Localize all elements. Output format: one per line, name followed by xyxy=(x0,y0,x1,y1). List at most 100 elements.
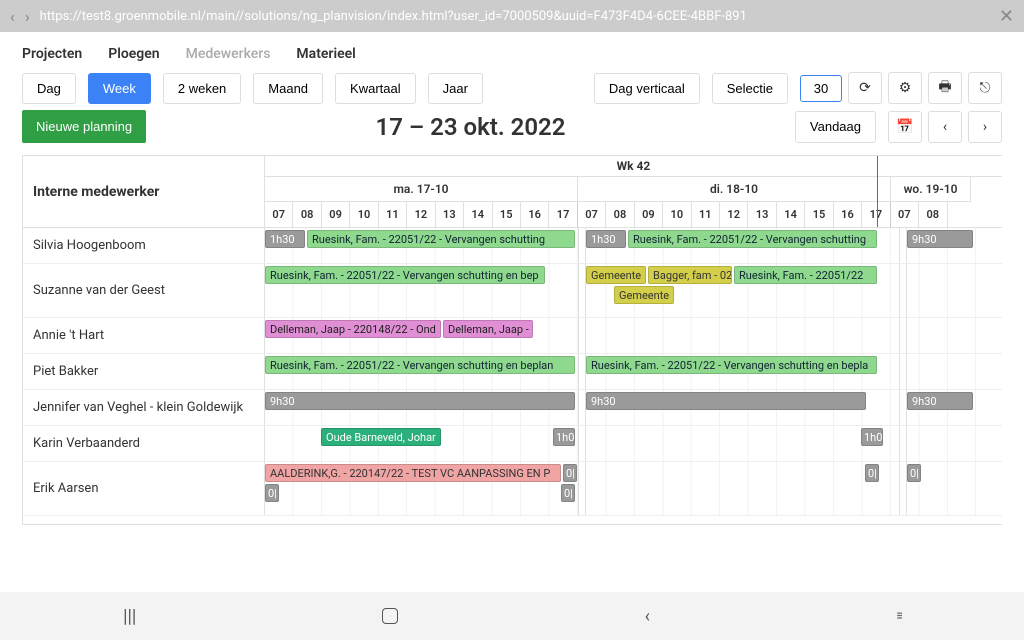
track[interactable]: Ruesink, Fam. - 22051/22 - Vervangen sch… xyxy=(265,264,1002,317)
left-header: Interne medewerker xyxy=(23,156,264,227)
tab-medewerkers[interactable]: Medewerkers xyxy=(186,46,271,62)
schedule-row: Karin VerbaanderdOude Barneveld, Johar1h… xyxy=(23,426,1002,462)
track[interactable]: Oude Barneveld, Johar 1h0 1h0 xyxy=(265,426,1002,461)
range-dag[interactable]: Dag xyxy=(22,73,76,104)
count-input[interactable] xyxy=(800,75,842,102)
gear-icon[interactable]: ⚙ xyxy=(888,72,922,104)
back-icon[interactable]: ‹ xyxy=(10,7,15,26)
tab-materieel[interactable]: Materieel xyxy=(296,46,355,62)
selectie-button[interactable]: Selectie xyxy=(712,73,788,104)
task-bar[interactable]: 1h0 xyxy=(553,428,575,446)
calendar-icon[interactable]: 📅 xyxy=(888,111,922,143)
schedule-row: Suzanne van der GeestRuesink, Fam. - 220… xyxy=(23,264,1002,318)
task-bar[interactable]: 9h30 xyxy=(907,392,973,410)
url-bar[interactable]: https://test8.groenmobile.nl/main//solut… xyxy=(40,9,989,24)
task-bar[interactable]: Ruesink, Fam. - 22051/22 - Vervangen sch… xyxy=(265,266,545,284)
task-bar[interactable]: Ruesink, Fam. - 22051/22 xyxy=(734,266,877,284)
range-kwartaal[interactable]: Kwartaal xyxy=(335,73,416,104)
person-name: Silvia Hoogenboom xyxy=(23,228,265,263)
task-bar[interactable]: 1h30 xyxy=(586,230,626,248)
range-jaar[interactable]: Jaar xyxy=(428,73,483,104)
hour-cell: 14 xyxy=(464,202,492,227)
hour-cell: 16 xyxy=(834,202,862,227)
task-bar[interactable]: 9h30 xyxy=(907,230,973,248)
task-bar[interactable]: 0| xyxy=(865,464,879,482)
person-name: Suzanne van der Geest xyxy=(23,264,265,317)
dag-verticaal-button[interactable]: Dag verticaal xyxy=(594,73,700,104)
range-week[interactable]: Week xyxy=(88,73,151,104)
home-icon[interactable] xyxy=(382,608,398,624)
task-bar[interactable]: 9h30 xyxy=(586,392,866,410)
toolbar: Dag Week 2 weken Maand Kwartaal Jaar Dag… xyxy=(0,72,1024,110)
task-bar[interactable]: 0| xyxy=(561,484,575,502)
prev-icon[interactable]: ‹ xyxy=(928,111,962,143)
tab-projecten[interactable]: Projecten xyxy=(22,46,82,62)
track[interactable]: Delleman, Jaap - 220148/22 - OndDelleman… xyxy=(265,318,1002,353)
refresh-icon[interactable]: ⟳ xyxy=(848,72,882,104)
forward-icon[interactable]: › xyxy=(25,7,30,26)
day-header-2: wo. 19-10 xyxy=(891,177,971,202)
task-bar[interactable]: 9h30 xyxy=(265,392,575,410)
task-bar[interactable]: Delleman, Jaap - 220148/22 - Ond xyxy=(265,320,441,338)
schedule-row: Silvia Hoogenboom1h30Ruesink, Fam. - 220… xyxy=(23,228,1002,264)
device-nav-bar: ||| ‹ ⁝⁝⁝⁝ xyxy=(0,592,1024,640)
hour-cell: 14 xyxy=(777,202,805,227)
range-maand[interactable]: Maand xyxy=(253,73,323,104)
task-bar[interactable]: Ruesink, Fam. - 22051/22 - Vervangen sch… xyxy=(265,356,575,374)
hour-cell: 12 xyxy=(720,202,748,227)
task-bar[interactable]: Ruesink, Fam. - 22051/22 - Vervangen sch… xyxy=(307,230,575,248)
recent-apps-icon[interactable]: ||| xyxy=(123,606,136,627)
task-bar[interactable]: 0| xyxy=(265,484,279,502)
print-icon[interactable]: 🖶 xyxy=(928,72,962,104)
new-planning-button[interactable]: Nieuwe planning xyxy=(22,110,146,143)
next-icon[interactable]: › xyxy=(968,111,1002,143)
hour-cell: 10 xyxy=(350,202,378,227)
schedule-row: Piet BakkerRuesink, Fam. - 22051/22 - Ve… xyxy=(23,354,1002,390)
hour-cell: 11 xyxy=(692,202,720,227)
task-bar[interactable]: 1h0 xyxy=(861,428,883,446)
main-tabs: Projecten Ploegen Medewerkers Materieel xyxy=(0,32,1024,72)
close-icon[interactable]: ✕ xyxy=(999,6,1014,27)
export-icon[interactable]: ⎋ xyxy=(968,72,1002,104)
track[interactable]: AALDERINK,G. - 220147/22 - TEST VC AANPA… xyxy=(265,462,1002,515)
hour-cell: 07 xyxy=(578,202,606,227)
tab-ploegen[interactable]: Ploegen xyxy=(108,46,159,62)
keyboard-icon[interactable]: ⁝⁝⁝⁝ xyxy=(896,611,901,622)
scheduler: Interne medewerker Wk 42 ma. 17-10 di. 1… xyxy=(22,155,1002,525)
hour-cell: 15 xyxy=(805,202,833,227)
date-range-title: 17 – 23 okt. 2022 xyxy=(146,113,795,141)
range-2weken[interactable]: 2 weken xyxy=(163,73,241,104)
person-name: Piet Bakker xyxy=(23,354,265,389)
track[interactable]: 9h30 9h30 9h30 xyxy=(265,390,1002,425)
person-name: Annie 't Hart xyxy=(23,318,265,353)
task-bar[interactable]: Gemeente xyxy=(586,266,646,284)
hour-cell: 07 xyxy=(265,202,293,227)
hour-cell: 13 xyxy=(436,202,464,227)
hour-cell: 08 xyxy=(606,202,634,227)
task-bar[interactable]: Delleman, Jaap - xyxy=(443,320,533,338)
task-bar[interactable]: AALDERINK,G. - 220147/22 - TEST VC AANPA… xyxy=(265,464,561,482)
task-bar[interactable]: 0| xyxy=(907,464,921,482)
person-name: Erik Aarsen xyxy=(23,462,265,515)
task-bar[interactable]: Ruesink, Fam. - 22051/22 - Vervangen sch… xyxy=(586,356,877,374)
browser-bar: ‹ › https://test8.groenmobile.nl/main//s… xyxy=(0,0,1024,32)
task-bar[interactable]: Bagger, fam - 02 xyxy=(648,266,732,284)
today-button[interactable]: Vandaag xyxy=(795,111,876,143)
task-bar[interactable]: Gemeente xyxy=(614,286,674,304)
person-name: Jennifer van Veghel - klein Goldewijk xyxy=(23,390,265,425)
back-device-icon[interactable]: ‹ xyxy=(645,606,650,627)
hour-cell: 09 xyxy=(322,202,350,227)
toolbar-secondary: Nieuwe planning 17 – 23 okt. 2022 Vandaa… xyxy=(0,110,1024,155)
task-bar[interactable]: 1h30 xyxy=(265,230,305,248)
hour-cell: 15 xyxy=(493,202,521,227)
track[interactable]: 1h30Ruesink, Fam. - 22051/22 - Vervangen… xyxy=(265,228,1002,263)
task-bar[interactable]: Ruesink, Fam. - 22051/22 - Vervangen sch… xyxy=(628,230,877,248)
day-header-1: di. 18-10 xyxy=(578,177,891,202)
now-marker xyxy=(877,156,878,227)
hour-cell: 08 xyxy=(293,202,321,227)
task-bar[interactable]: Oude Barneveld, Johar xyxy=(321,428,441,446)
track[interactable]: Ruesink, Fam. - 22051/22 - Vervangen sch… xyxy=(265,354,1002,389)
task-bar[interactable]: 0| xyxy=(563,464,577,482)
hour-cell: 12 xyxy=(407,202,435,227)
schedule-row: Erik AarsenAALDERINK,G. - 220147/22 - TE… xyxy=(23,462,1002,516)
